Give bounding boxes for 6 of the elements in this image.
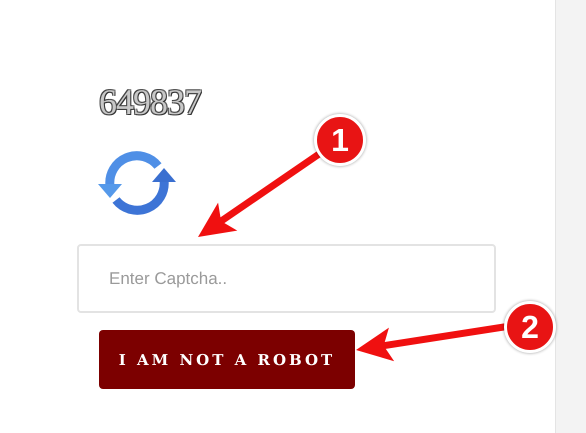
refresh-icon[interactable] <box>98 150 176 216</box>
step-number-badge: 2 <box>504 301 556 353</box>
captcha-input-field[interactable]: Enter Captcha.. <box>77 244 496 313</box>
not-a-robot-button[interactable]: I AM NOT A ROBOT <box>99 330 355 389</box>
captcha-code: 649837 <box>99 82 201 122</box>
step-number-badge: 1 <box>314 114 366 166</box>
